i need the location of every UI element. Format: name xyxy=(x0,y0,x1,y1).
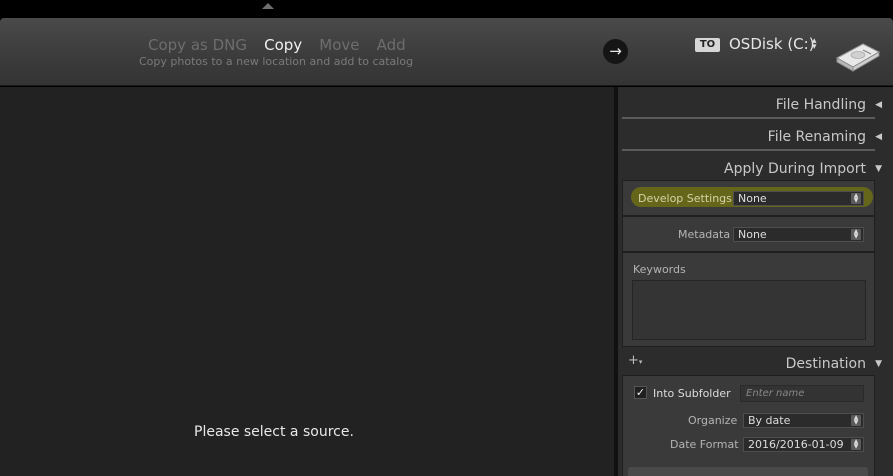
section-title: Apply During Import xyxy=(724,161,866,177)
organize-select[interactable]: By date ▲ ▼ xyxy=(743,413,864,428)
right-panel: File Handling ◀ File Renaming ◀ Apply Du… xyxy=(618,87,893,476)
into-subfolder-checkbox[interactable]: ✓ xyxy=(634,386,647,399)
develop-settings-value: None xyxy=(738,192,767,205)
date-format-value: 2016/2016-01-09 xyxy=(748,438,844,451)
section-apply-during-import[interactable]: Apply During Import ▼ xyxy=(618,154,893,182)
collapse-top-panel-icon[interactable] xyxy=(262,3,274,9)
select-arrows-icon: ▲ ▼ xyxy=(851,229,861,240)
destination-options: ✓ Into Subfolder Enter name Organize By … xyxy=(622,375,875,476)
import-mode-selector: Copy as DNG Copy Move Add xyxy=(148,35,418,54)
section-file-handling[interactable]: File Handling ◀ xyxy=(618,90,893,118)
keywords-label: Keywords xyxy=(633,263,686,276)
folder-tree-header[interactable] xyxy=(628,467,868,476)
import-header: Copy as DNG Copy Move Add Copy photos to… xyxy=(0,18,893,86)
hard-disk-icon xyxy=(835,43,881,72)
section-file-renaming[interactable]: File Renaming ◀ xyxy=(618,122,893,150)
select-arrows-icon: ▲ ▼ xyxy=(851,193,861,204)
section-divider xyxy=(622,117,875,119)
metadata-label: Metadata xyxy=(678,228,731,241)
section-title: File Handling xyxy=(775,97,866,113)
disk-dropdown-icon[interactable]: ▴ ▾ xyxy=(812,37,817,52)
select-arrows-icon: ▲ ▼ xyxy=(851,439,861,450)
select-arrows-icon: ▲ ▼ xyxy=(851,415,861,426)
triangle-left-icon: ◀ xyxy=(875,100,882,110)
empty-source-message: Please select a source. xyxy=(194,424,354,440)
keywords-row: Keywords xyxy=(622,252,875,347)
develop-settings-row: Develop Settings None ▲ ▼ xyxy=(622,180,875,216)
date-format-select[interactable]: 2016/2016-01-09 ▲ ▼ xyxy=(743,437,864,452)
mode-add[interactable]: Add xyxy=(377,36,406,54)
mode-move[interactable]: Move xyxy=(319,36,359,54)
subfolder-name-input[interactable]: Enter name xyxy=(740,385,864,402)
destination-disk-selector[interactable]: OSDisk (C:) xyxy=(729,35,815,53)
triangle-down-icon: ▼ xyxy=(875,164,882,174)
organize-label: Organize xyxy=(688,414,738,427)
top-strip xyxy=(0,0,893,18)
triangle-left-icon: ◀ xyxy=(875,132,882,142)
mode-copy[interactable]: Copy xyxy=(264,36,302,54)
date-format-label: Date Format xyxy=(670,438,739,451)
into-subfolder-label: Into Subfolder xyxy=(653,387,731,400)
triangle-down-icon: ▼ xyxy=(875,359,882,369)
mode-description: Copy photos to a new location and add to… xyxy=(139,55,414,68)
section-destination[interactable]: Destination ▼ xyxy=(618,349,893,377)
develop-settings-label: Develop Settings xyxy=(638,192,732,205)
metadata-value: None xyxy=(738,228,767,241)
source-preview-area: Please select a source. xyxy=(0,87,614,476)
destination-badge: TO xyxy=(695,38,720,52)
metadata-select[interactable]: None ▲ ▼ xyxy=(733,227,864,242)
metadata-row: Metadata None ▲ ▼ xyxy=(622,216,875,252)
keywords-input[interactable] xyxy=(632,280,866,340)
arrow-right-icon[interactable]: → xyxy=(603,39,628,64)
section-title: File Renaming xyxy=(767,129,866,145)
mode-copy-as-dng[interactable]: Copy as DNG xyxy=(148,36,247,54)
organize-value: By date xyxy=(748,414,791,427)
section-divider xyxy=(622,149,875,151)
section-title: Destination xyxy=(785,356,866,372)
develop-settings-select[interactable]: None ▲ ▼ xyxy=(733,191,864,206)
